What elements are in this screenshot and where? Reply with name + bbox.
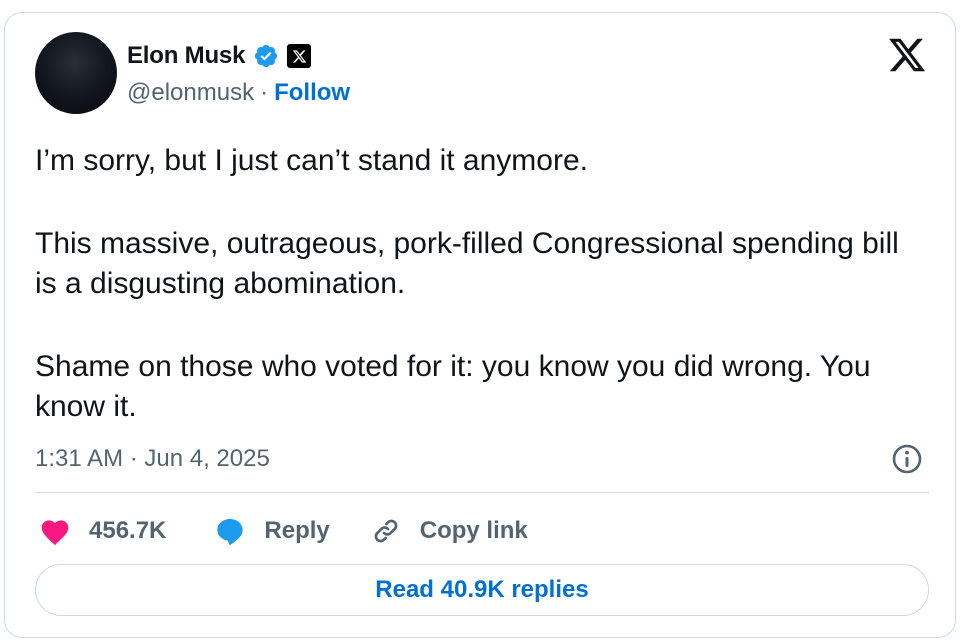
heart-icon [39, 516, 71, 546]
reply-bubble-icon [214, 515, 246, 547]
copy-link-button[interactable]: Copy link [370, 515, 528, 547]
tweet-timestamp[interactable]: 1:31 AM · Jun 4, 2025 [35, 445, 270, 473]
follow-button[interactable]: Follow [274, 79, 350, 107]
tweet-paragraph: I’m sorry, but I just can’t stand it any… [35, 144, 588, 177]
divider [35, 492, 929, 493]
x-badge-icon[interactable] [287, 44, 312, 68]
reply-button[interactable]: Reply [214, 515, 330, 547]
tweet-paragraph: Shame on those who voted for it: you kno… [35, 350, 871, 423]
action-bar: 456.7K Reply Copy link [39, 511, 528, 551]
author-name[interactable]: Elon Musk [127, 42, 245, 70]
link-icon [370, 515, 402, 547]
author-handle-row: @elonmusk · Follow [127, 79, 350, 107]
read-replies-button[interactable]: Read 40.9K replies [35, 564, 929, 616]
avatar[interactable] [35, 32, 117, 114]
like-count: 456.7K [89, 517, 167, 544]
verified-badge-icon[interactable] [253, 43, 279, 69]
like-button[interactable]: 456.7K [39, 516, 166, 546]
info-icon[interactable] [891, 443, 923, 475]
author-handle[interactable]: @elonmusk [127, 79, 254, 107]
x-logo-icon[interactable] [887, 35, 927, 75]
tweet-paragraph: This massive, outrageous, pork-filled Co… [35, 227, 899, 300]
tweet-card: Elon Musk @elonmusk · Follow I’m sorry, … [4, 12, 956, 638]
tweet-text: I’m sorry, but I just can’t stand it any… [35, 141, 915, 427]
author-name-row: Elon Musk [127, 41, 312, 71]
reply-label: Reply [264, 517, 330, 544]
separator: · [260, 79, 269, 106]
copy-link-label: Copy link [419, 517, 528, 544]
